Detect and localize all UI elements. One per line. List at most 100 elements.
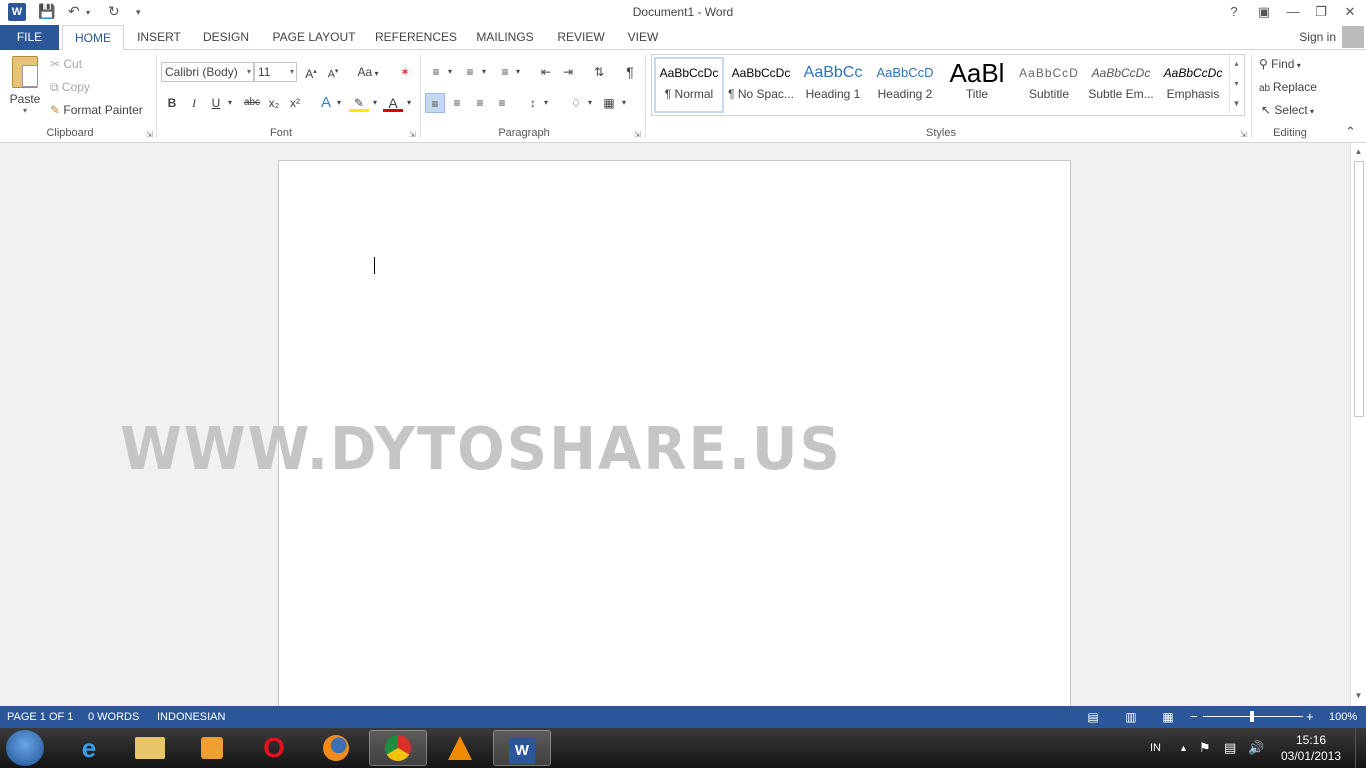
vertical-scrollbar[interactable]: ▲ ▼ — [1350, 143, 1366, 706]
word-count[interactable]: 0 WORDS — [88, 706, 139, 728]
style-subtle-emphasis[interactable]: AaBbCcDc Subtle Em... — [1086, 59, 1156, 115]
show-hide-marks-icon[interactable]: ¶ — [620, 62, 640, 82]
internet-explorer-icon[interactable]: e — [60, 730, 118, 766]
action-center-flag-icon[interactable]: ⚑ — [1199, 728, 1211, 768]
tab-review[interactable]: REVIEW — [553, 25, 609, 50]
underline-button[interactable]: U — [206, 93, 226, 113]
zoom-out-icon[interactable]: − — [1190, 706, 1198, 728]
font-color-dropdown-icon[interactable]: ▾ — [403, 93, 415, 113]
restore-button[interactable]: ❐ — [1308, 2, 1334, 22]
tab-view[interactable]: VIEW — [622, 25, 664, 50]
input-language[interactable]: IN — [1150, 728, 1161, 768]
text-effects-dropdown-icon[interactable]: ▾ — [333, 93, 345, 113]
network-icon[interactable]: ▤ — [1224, 728, 1236, 768]
gallery-scroll-down-icon[interactable]: ▾ — [1229, 75, 1243, 93]
gallery-scroll-up-icon[interactable]: ▴ — [1229, 55, 1243, 73]
highlight-dropdown-icon[interactable]: ▾ — [369, 93, 381, 113]
tab-references[interactable]: REFERENCES — [373, 25, 459, 50]
word-taskbar-icon[interactable]: W — [493, 730, 551, 766]
customize-quick-access-icon[interactable]: ▾ — [136, 7, 141, 18]
chrome-icon[interactable] — [369, 730, 427, 766]
numbering-dropdown-icon[interactable]: ▾ — [478, 62, 490, 82]
vlc-icon[interactable] — [431, 730, 489, 766]
justify-icon[interactable]: ≡ — [492, 93, 512, 113]
media-player-icon[interactable] — [183, 730, 241, 766]
ribbon-display-options-icon[interactable]: ▣ — [1251, 2, 1277, 22]
sign-in-link[interactable]: Sign in — [1299, 25, 1336, 50]
format-painter-button[interactable]: ✎ Format Painter — [50, 101, 143, 119]
undo-icon[interactable]: ↶ — [68, 3, 80, 20]
font-color-icon[interactable]: A — [383, 93, 403, 112]
clear-formatting-icon[interactable]: ✶ — [395, 62, 415, 82]
grow-font-icon[interactable]: A▴ — [301, 62, 321, 82]
zoom-slider-thumb[interactable] — [1250, 711, 1254, 722]
bold-button[interactable]: B — [162, 93, 182, 113]
style-subtitle[interactable]: AaBbCcD Subtitle — [1014, 59, 1084, 115]
print-layout-icon[interactable]: ▥ — [1122, 709, 1140, 725]
select-button[interactable]: ↖ Select ▾ — [1261, 101, 1314, 121]
numbering-icon[interactable]: ≡ — [460, 62, 480, 82]
tab-page-layout[interactable]: PAGE LAYOUT — [268, 25, 360, 50]
file-explorer-icon[interactable] — [121, 730, 179, 766]
styles-launcher-icon[interactable]: ⇲ — [1240, 130, 1247, 139]
italic-button[interactable]: I — [184, 93, 204, 113]
superscript-button[interactable]: x² — [285, 93, 305, 113]
shading-dropdown-icon[interactable]: ▾ — [584, 93, 596, 113]
line-spacing-dropdown-icon[interactable]: ▾ — [540, 93, 552, 113]
font-name-combo[interactable]: Calibri (Body) ▾ — [161, 62, 254, 82]
subscript-button[interactable]: x₂ — [264, 93, 284, 113]
zoom-level[interactable]: 100% — [1329, 706, 1357, 728]
strikethrough-button[interactable]: abc — [240, 93, 264, 113]
paste-button[interactable]: Paste ▾ — [6, 56, 44, 122]
web-layout-icon[interactable]: ▦ — [1159, 709, 1177, 725]
close-button[interactable]: ✕ — [1337, 2, 1363, 22]
tab-home[interactable]: HOME — [62, 25, 124, 51]
multilevel-dropdown-icon[interactable]: ▾ — [512, 62, 524, 82]
system-clock[interactable]: 15:16 03/01/2013 — [1278, 732, 1344, 764]
save-icon[interactable]: 💾 — [38, 3, 55, 20]
tab-design[interactable]: DESIGN — [198, 25, 254, 50]
opera-icon[interactable]: O — [245, 730, 303, 766]
style-title[interactable]: AaBl Title — [942, 59, 1012, 115]
align-center-icon[interactable]: ≡ — [447, 93, 467, 113]
align-left-icon[interactable]: ≡ — [425, 93, 445, 113]
page-count[interactable]: PAGE 1 OF 1 — [7, 706, 73, 728]
change-case-button[interactable]: Aa ▾ — [353, 62, 383, 82]
tab-mailings[interactable]: MAILINGS — [470, 25, 540, 50]
cut-button[interactable]: ✂ Cut — [50, 55, 82, 73]
sort-icon[interactable]: ⇅ — [589, 62, 609, 82]
show-hidden-icons-icon[interactable]: ▲ — [1179, 728, 1188, 768]
font-launcher-icon[interactable]: ⇲ — [409, 130, 416, 139]
word-app-icon[interactable]: W — [8, 3, 26, 21]
scroll-up-icon[interactable]: ▲ — [1351, 145, 1366, 159]
show-desktop-button[interactable] — [1355, 728, 1366, 768]
avatar[interactable] — [1342, 26, 1364, 48]
bullets-icon[interactable]: ≡ — [426, 62, 446, 82]
tab-file[interactable]: FILE — [0, 25, 59, 50]
bullets-dropdown-icon[interactable]: ▾ — [444, 62, 456, 82]
language-indicator[interactable]: INDONESIAN — [157, 706, 225, 728]
clipboard-launcher-icon[interactable]: ⇲ — [146, 130, 153, 139]
font-size-combo[interactable]: 11 ▾ — [254, 62, 297, 82]
find-button[interactable]: ⚲ Find ▾ — [1259, 55, 1301, 75]
gallery-more-icon[interactable]: ▼ — [1229, 95, 1243, 113]
style-heading-1[interactable]: AaBbCc Heading 1 — [798, 59, 868, 115]
underline-dropdown-icon[interactable]: ▾ — [224, 93, 236, 113]
decrease-indent-icon[interactable]: ⇤ — [536, 62, 556, 82]
style-no-spacing[interactable]: AaBbCcDc ¶ No Spac... — [726, 59, 796, 115]
redo-icon[interactable]: ↻ — [108, 3, 120, 20]
shrink-font-icon[interactable]: A▾ — [323, 62, 343, 82]
help-button[interactable]: ? — [1221, 2, 1247, 22]
replace-button[interactable]: ab Replace — [1259, 78, 1317, 98]
firefox-icon[interactable] — [307, 730, 365, 766]
collapse-ribbon-icon[interactable]: ⌃ — [1345, 124, 1356, 140]
scrollbar-thumb[interactable] — [1354, 161, 1364, 417]
volume-icon[interactable]: 🔊 — [1248, 728, 1264, 768]
read-mode-icon[interactable]: ▤ — [1084, 709, 1102, 725]
scroll-down-icon[interactable]: ▼ — [1351, 689, 1366, 703]
start-button[interactable] — [6, 730, 44, 766]
borders-dropdown-icon[interactable]: ▾ — [618, 93, 630, 113]
borders-icon[interactable]: ▦ — [599, 93, 619, 113]
zoom-in-icon[interactable]: + — [1306, 706, 1314, 728]
copy-button[interactable]: ⧉ Copy — [50, 78, 90, 96]
